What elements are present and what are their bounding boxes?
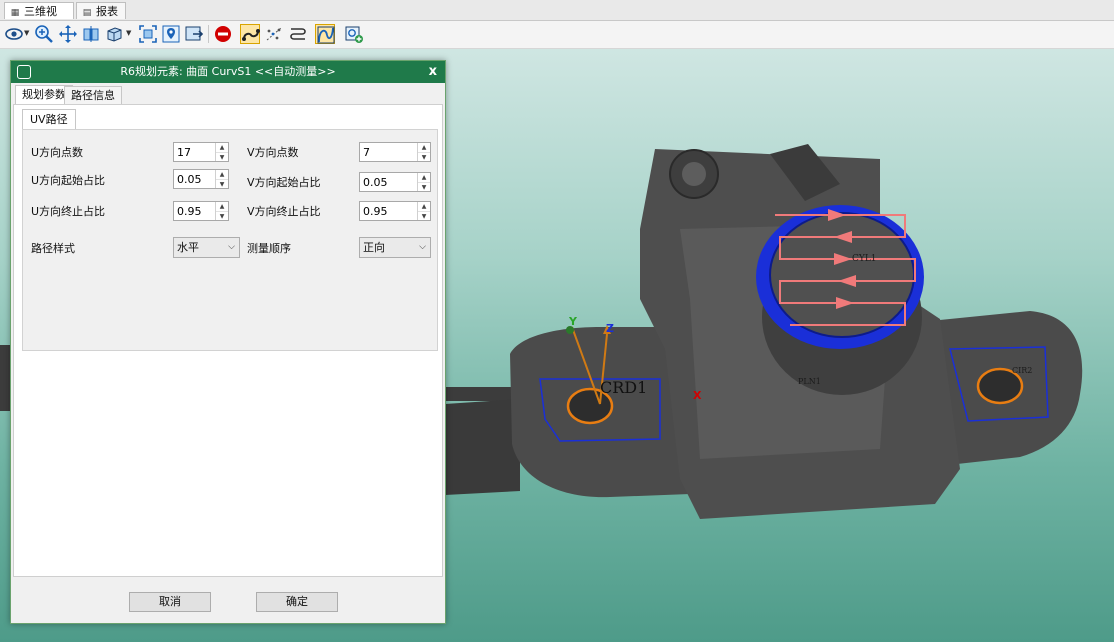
planning-params-panel: UV路径 U方向点数 ▲▼ V方向点数 ▲▼ U方向起始占比 ▲▼ V方向起始占… [13, 104, 443, 577]
cylinder-label: CYL1 [852, 254, 877, 264]
3d-view-icon: ▦ [10, 8, 20, 18]
tab-3d-view[interactable]: ▦三维视图 [4, 2, 74, 37]
spin-up-icon[interactable]: ▲ [418, 173, 430, 182]
measure-order-label: 测量顺序 [247, 242, 291, 255]
spin-down-icon[interactable]: ▼ [216, 179, 228, 189]
u-points-spinbox[interactable]: ▲▼ [173, 142, 229, 162]
u-start-label: U方向起始占比 [31, 174, 106, 187]
view-toolbar: ▼ ▼ [0, 21, 1114, 49]
spin-up-icon[interactable]: ▲ [418, 202, 430, 211]
view-front-icon[interactable] [81, 24, 101, 44]
u-end-label: U方向终止占比 [31, 205, 106, 218]
uv-path-panel: U方向点数 ▲▼ V方向点数 ▲▼ U方向起始占比 ▲▼ V方向起始占比 ▲▼ [22, 129, 438, 351]
view-tab-strip: ▦三维视图 ▤ 报表 [0, 0, 1114, 37]
path-style-label: 路径样式 [31, 242, 75, 255]
v-start-spinbox[interactable]: ▲▼ [359, 172, 431, 192]
dialog-app-icon [17, 65, 31, 79]
tab-path-info[interactable]: 路径信息 [64, 86, 122, 104]
stop-icon[interactable] [213, 24, 233, 44]
measure-order-value: 正向 [363, 241, 385, 254]
u-start-spinbox[interactable]: ▲▼ [173, 169, 229, 189]
tab-report-label: 报表 [96, 5, 118, 18]
spin-down-icon[interactable]: ▼ [216, 152, 228, 162]
spin-down-icon[interactable]: ▼ [216, 211, 228, 221]
u-points-input[interactable] [174, 143, 214, 161]
cable-end-shape [445, 399, 520, 495]
close-icon[interactable]: x [429, 61, 437, 83]
spin-down-icon[interactable]: ▼ [418, 211, 430, 221]
chevron-down-icon: ⌵ [228, 242, 235, 252]
v-end-spinbox[interactable]: ▲▼ [359, 201, 431, 221]
locate-pin-icon[interactable] [161, 24, 181, 44]
spin-down-icon[interactable]: ▼ [418, 152, 430, 162]
spin-down-icon[interactable]: ▼ [418, 182, 430, 192]
v-end-label: V方向终止占比 [247, 205, 321, 218]
v-start-label: V方向起始占比 [247, 176, 321, 189]
view-cube-dropdown-arrow-icon[interactable]: ▼ [126, 29, 131, 37]
cancel-button[interactable]: 取消 [129, 592, 211, 612]
circle-label: CIR2 [1012, 366, 1032, 375]
dialog-button-bar [13, 577, 443, 623]
tab-report[interactable]: ▤ 报表 [76, 2, 126, 19]
chevron-down-icon: ⌵ [419, 242, 426, 252]
eye-dropdown-arrow-icon[interactable]: ▼ [24, 29, 29, 37]
u-end-input[interactable] [174, 202, 214, 220]
tab-uv-path[interactable]: UV路径 [22, 109, 76, 129]
curve-path-icon[interactable] [315, 24, 335, 44]
eye-icon[interactable] [4, 24, 24, 44]
axis-z-label: Z [606, 322, 614, 335]
axis-y-label: Y [568, 315, 578, 328]
spin-up-icon[interactable]: ▲ [418, 143, 430, 152]
scatter-points-icon[interactable] [264, 24, 284, 44]
spin-up-icon[interactable]: ▲ [216, 143, 228, 152]
report-icon: ▤ [82, 8, 92, 18]
path-style-value: 水平 [177, 241, 199, 254]
v-points-label: V方向点数 [247, 146, 299, 159]
screw-head [682, 162, 706, 186]
u-points-label: U方向点数 [31, 146, 84, 159]
cylinder-top-face [769, 212, 915, 338]
view-cube-icon[interactable] [104, 24, 124, 44]
planning-dialog: R6规划元素: 曲面 CurvS1 <<自动测量>> x 规划参数 路径信息 U… [10, 60, 446, 624]
spin-up-icon[interactable]: ▲ [216, 170, 228, 179]
dialog-title: R6规划元素: 曲面 CurvS1 <<自动测量>> [120, 65, 336, 78]
u-end-spinbox[interactable]: ▲▼ [173, 201, 229, 221]
pan-move-icon[interactable] [58, 24, 78, 44]
export-view-icon[interactable] [184, 24, 204, 44]
plane-label: PLN1 [798, 377, 821, 386]
u-start-input[interactable] [174, 170, 214, 188]
fit-view-icon[interactable] [138, 24, 158, 44]
zoom-in-icon[interactable] [34, 24, 54, 44]
spin-up-icon[interactable]: ▲ [216, 202, 228, 211]
path-style-select[interactable]: 水平 ⌵ [173, 237, 240, 258]
dialog-title-bar[interactable]: R6规划元素: 曲面 CurvS1 <<自动测量>> x [11, 61, 445, 83]
toolbar-separator [208, 25, 209, 43]
coordinate-system-label: CRD1 [600, 378, 647, 397]
ok-button[interactable]: 确定 [256, 592, 338, 612]
v-points-input[interactable] [360, 143, 416, 161]
axis-x-label: X [693, 389, 702, 402]
path-link-icon[interactable] [240, 24, 260, 44]
route-icon[interactable] [288, 24, 308, 44]
v-points-spinbox[interactable]: ▲▼ [359, 142, 431, 162]
add-measure-icon[interactable] [344, 24, 364, 44]
measure-order-select[interactable]: 正向 ⌵ [359, 237, 431, 258]
v-start-input[interactable] [360, 173, 416, 191]
v-end-input[interactable] [360, 202, 416, 220]
